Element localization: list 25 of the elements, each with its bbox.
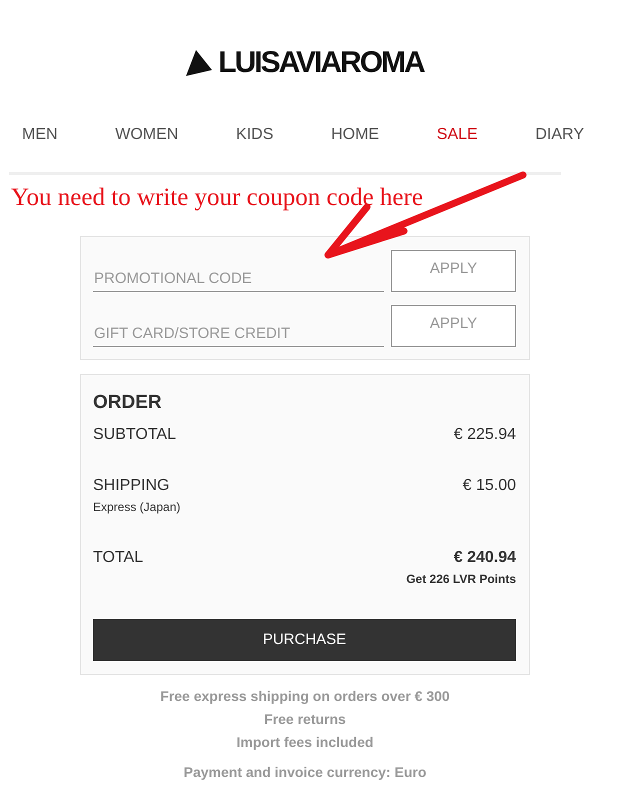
perk-text: Import fees included: [236, 733, 374, 752]
order-line-amount: € 240.94: [454, 548, 516, 568]
nav-link[interactable]: SALE: [436, 125, 478, 145]
nav-link[interactable]: WOMEN: [115, 125, 178, 145]
logo-triangle-icon: [186, 50, 212, 76]
input-field[interactable]: PROMOTIONAL CODE: [93, 250, 384, 292]
order-line-label: SHIPPING: [93, 476, 170, 496]
order-line-amount: € 225.94: [454, 425, 516, 445]
input-field[interactable]: GIFT CARD/STORE CREDIT: [93, 305, 384, 347]
logo-wordmark: LUISAVIAROMA: [218, 46, 424, 80]
nav-link[interactable]: KIDS: [236, 125, 274, 145]
perk-text: Free express shipping on orders over € 300: [160, 687, 450, 706]
order-title: ORDER: [93, 391, 162, 415]
purchase-button[interactable]: PURCHASE: [93, 619, 516, 661]
nav-link[interactable]: DIARY: [535, 125, 584, 145]
order-line-amount: € 15.00: [462, 476, 516, 496]
points-note: Get 226 LVR Points: [406, 571, 516, 587]
order-line-label: SUBTOTAL: [93, 425, 176, 445]
nav-link[interactable]: MEN: [22, 125, 58, 145]
shipping-method: Express (Japan): [93, 499, 180, 515]
perk-text: Free returns: [264, 710, 346, 729]
order-line-label: TOTAL: [93, 548, 144, 568]
nav-link[interactable]: HOME: [331, 125, 380, 145]
currency-note: Payment and invoice currency: Euro: [184, 763, 426, 782]
annotation-text: You need to write your coupon code here: [11, 184, 423, 212]
